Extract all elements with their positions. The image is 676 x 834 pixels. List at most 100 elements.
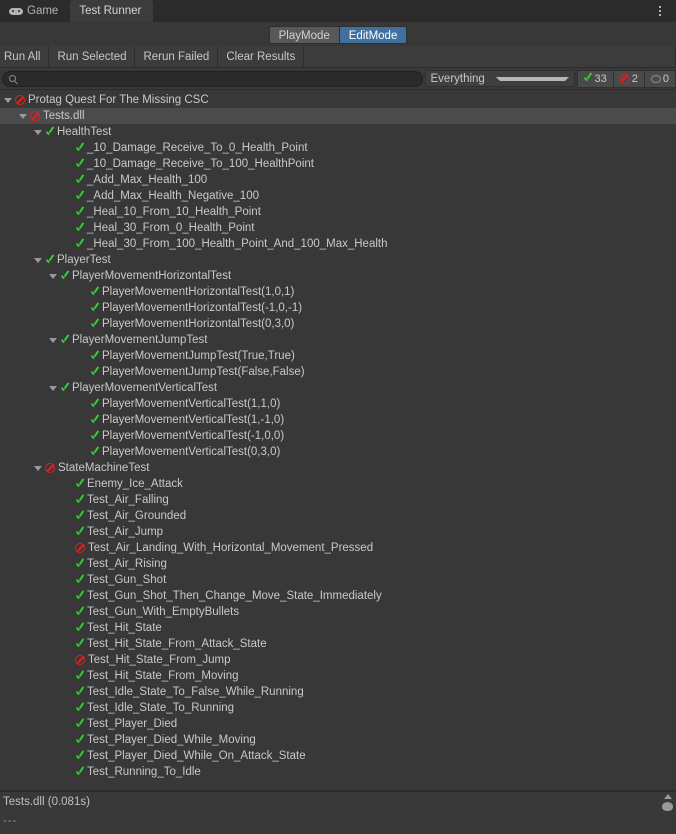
tree-row[interactable]: Test_Air_Rising [0, 556, 676, 572]
filter-dropdown[interactable]: Everything [424, 70, 575, 87]
tree-row[interactable]: Test_Hit_State [0, 620, 676, 636]
tree-row[interactable]: Test_Hit_State_From_Moving [0, 668, 676, 684]
expand-arrow-icon[interactable] [19, 113, 27, 119]
tree-row-label: _Heal_10_From_10_Health_Point [87, 206, 261, 218]
test-passed-icon [75, 592, 84, 601]
test-passed-icon [60, 272, 69, 281]
tree-row-label: _10_Damage_Receive_To_100_HealthPoint [87, 158, 314, 170]
tree-row[interactable]: PlayerMovementHorizontalTest(1,0,1) [0, 284, 676, 300]
footer-scrollbar[interactable] [661, 794, 674, 832]
tree-row[interactable]: _Heal_30_From_100_Health_Point_And_100_M… [0, 236, 676, 252]
test-passed-icon [75, 640, 84, 649]
expand-arrow-icon[interactable] [34, 129, 42, 135]
tree-row[interactable]: Test_Gun_With_EmptyBullets [0, 604, 676, 620]
test-tree[interactable]: Protag Quest For The Missing CSC Tests.dl… [0, 92, 676, 790]
tree-row[interactable]: HealthTest [0, 124, 676, 140]
tree-row[interactable]: Test_Gun_Shot_Then_Change_Move_State_Imm… [0, 588, 676, 604]
tree-row[interactable]: _10_Damage_Receive_To_0_Health_Point [0, 140, 676, 156]
tree-row[interactable]: PlayerMovementJumpTest(True,True) [0, 348, 676, 364]
tree-row[interactable]: Tests.dll [0, 108, 676, 124]
tree-row[interactable]: PlayerMovementHorizontalTest(-1,0,-1) [0, 300, 676, 316]
tree-row[interactable]: Test_Player_Died [0, 716, 676, 732]
tree-row[interactable]: PlayerMovementVerticalTest(0,3,0) [0, 444, 676, 460]
tree-row[interactable]: _10_Damage_Receive_To_100_HealthPoint [0, 156, 676, 172]
notrun-count-badge[interactable]: 0 [643, 69, 676, 88]
kebab-menu-icon[interactable] [652, 0, 668, 22]
tree-row-label: Test_Hit_State_From_Attack_State [87, 638, 267, 650]
tree-row-label: _Add_Max_Health_100 [87, 174, 208, 186]
tree-row[interactable]: Test_Air_Jump [0, 524, 676, 540]
tree-row-label: PlayerMovementHorizontalTest(-1,0,-1) [102, 302, 303, 314]
tree-row[interactable]: Test_Idle_State_To_Running [0, 700, 676, 716]
expand-arrow-icon[interactable] [49, 337, 57, 343]
clear-results-button[interactable]: Clear Results [218, 46, 305, 67]
search-box[interactable] [2, 70, 423, 87]
tree-row[interactable]: _Heal_10_From_10_Health_Point [0, 204, 676, 220]
tree-row[interactable]: Test_Running_To_Idle [0, 764, 676, 780]
tree-row[interactable]: StateMachineTest [0, 460, 676, 476]
expand-arrow-icon[interactable] [49, 273, 57, 279]
test-passed-icon [75, 512, 84, 521]
expand-arrow-icon[interactable] [4, 97, 12, 103]
tree-row[interactable]: PlayerMovementVerticalTest(1,-1,0) [0, 412, 676, 428]
action-toolbar: Run All Run Selected Rerun Failed Clear … [0, 46, 676, 68]
tree-row[interactable]: PlayerTest [0, 252, 676, 268]
search-input[interactable] [20, 72, 416, 85]
tree-row-label: Test_Player_Died [87, 718, 178, 730]
expand-arrow-icon[interactable] [34, 257, 42, 263]
tree-row[interactable]: Test_Air_Grounded [0, 508, 676, 524]
tab-game[interactable]: Game [0, 0, 71, 22]
tree-row-label: StateMachineTest [58, 462, 150, 474]
tree-row[interactable]: Test_Gun_Shot [0, 572, 676, 588]
tree-row[interactable]: Enemy_Ice_Attack [0, 476, 676, 492]
playmode-button[interactable]: PlayMode [268, 26, 339, 44]
expand-arrow-icon[interactable] [34, 465, 42, 471]
test-passed-icon [90, 448, 99, 457]
tree-row-label: _10_Damage_Receive_To_0_Health_Point [87, 142, 308, 154]
tree-row[interactable]: Test_Air_Landing_With_Horizontal_Movemen… [0, 540, 676, 556]
failed-count-badge[interactable]: 2 [612, 69, 644, 88]
test-passed-icon [75, 608, 84, 617]
expand-arrow-icon[interactable] [49, 385, 57, 391]
tree-row[interactable]: Test_Air_Falling [0, 492, 676, 508]
tree-row-label: PlayerMovementVerticalTest(-1,0,0) [102, 430, 285, 442]
tree-row[interactable]: Test_Player_Died_While_Moving [0, 732, 676, 748]
tree-row[interactable]: _Add_Max_Health_Negative_100 [0, 188, 676, 204]
test-passed-icon [90, 432, 99, 441]
tab-test-runner[interactable]: Test Runner [70, 0, 154, 22]
notrun-count-value: 0 [662, 72, 669, 85]
test-passed-icon [75, 704, 84, 713]
tree-row[interactable]: PlayerMovementVerticalTest(1,1,0) [0, 396, 676, 412]
window-tab-bar: Game Test Runner [0, 0, 676, 22]
tree-row[interactable]: PlayerMovementVerticalTest [0, 380, 676, 396]
run-all-button[interactable]: Run All [0, 46, 50, 67]
test-passed-icon [75, 688, 84, 697]
tree-row-label: PlayerMovementVerticalTest(1,1,0) [102, 398, 281, 410]
tree-row-label: PlayerMovementJumpTest(True,True) [102, 350, 295, 362]
run-selected-button[interactable]: Run Selected [49, 46, 136, 67]
test-failed-icon [75, 543, 85, 553]
rerun-failed-button[interactable]: Rerun Failed [135, 46, 219, 67]
editmode-button[interactable]: EditMode [338, 26, 408, 44]
test-passed-icon [90, 304, 99, 313]
tree-row[interactable]: PlayerMovementHorizontalTest(0,3,0) [0, 316, 676, 332]
tree-row-label: Test_Hit_State_From_Moving [87, 670, 239, 682]
tree-row[interactable]: Test_Hit_State_From_Jump [0, 652, 676, 668]
tree-row[interactable]: PlayerMovementJumpTest [0, 332, 676, 348]
test-passed-icon [75, 528, 84, 537]
passed-count-badge[interactable]: 33 [576, 69, 613, 88]
tree-row[interactable]: _Add_Max_Health_100 [0, 172, 676, 188]
tree-row[interactable]: Protag Quest For The Missing CSC [0, 92, 676, 108]
tree-row-label: PlayerMovementVerticalTest(1,-1,0) [102, 414, 285, 426]
tree-row[interactable]: _Heal_30_From_0_Health_Point [0, 220, 676, 236]
scroll-up-icon[interactable] [663, 794, 672, 799]
tree-row[interactable]: Test_Player_Died_While_On_Attack_State [0, 748, 676, 764]
scroll-thumb[interactable] [662, 802, 673, 811]
passed-count-value: 33 [594, 72, 607, 85]
tree-row[interactable]: Test_Idle_State_To_False_While_Running [0, 684, 676, 700]
tree-row[interactable]: PlayerMovementHorizontalTest [0, 268, 676, 284]
tree-row[interactable]: PlayerMovementVerticalTest(-1,0,0) [0, 428, 676, 444]
tree-row[interactable]: Test_Hit_State_From_Attack_State [0, 636, 676, 652]
filter-toolbar: Everything 33 2 0 [0, 68, 676, 90]
tree-row[interactable]: PlayerMovementJumpTest(False,False) [0, 364, 676, 380]
